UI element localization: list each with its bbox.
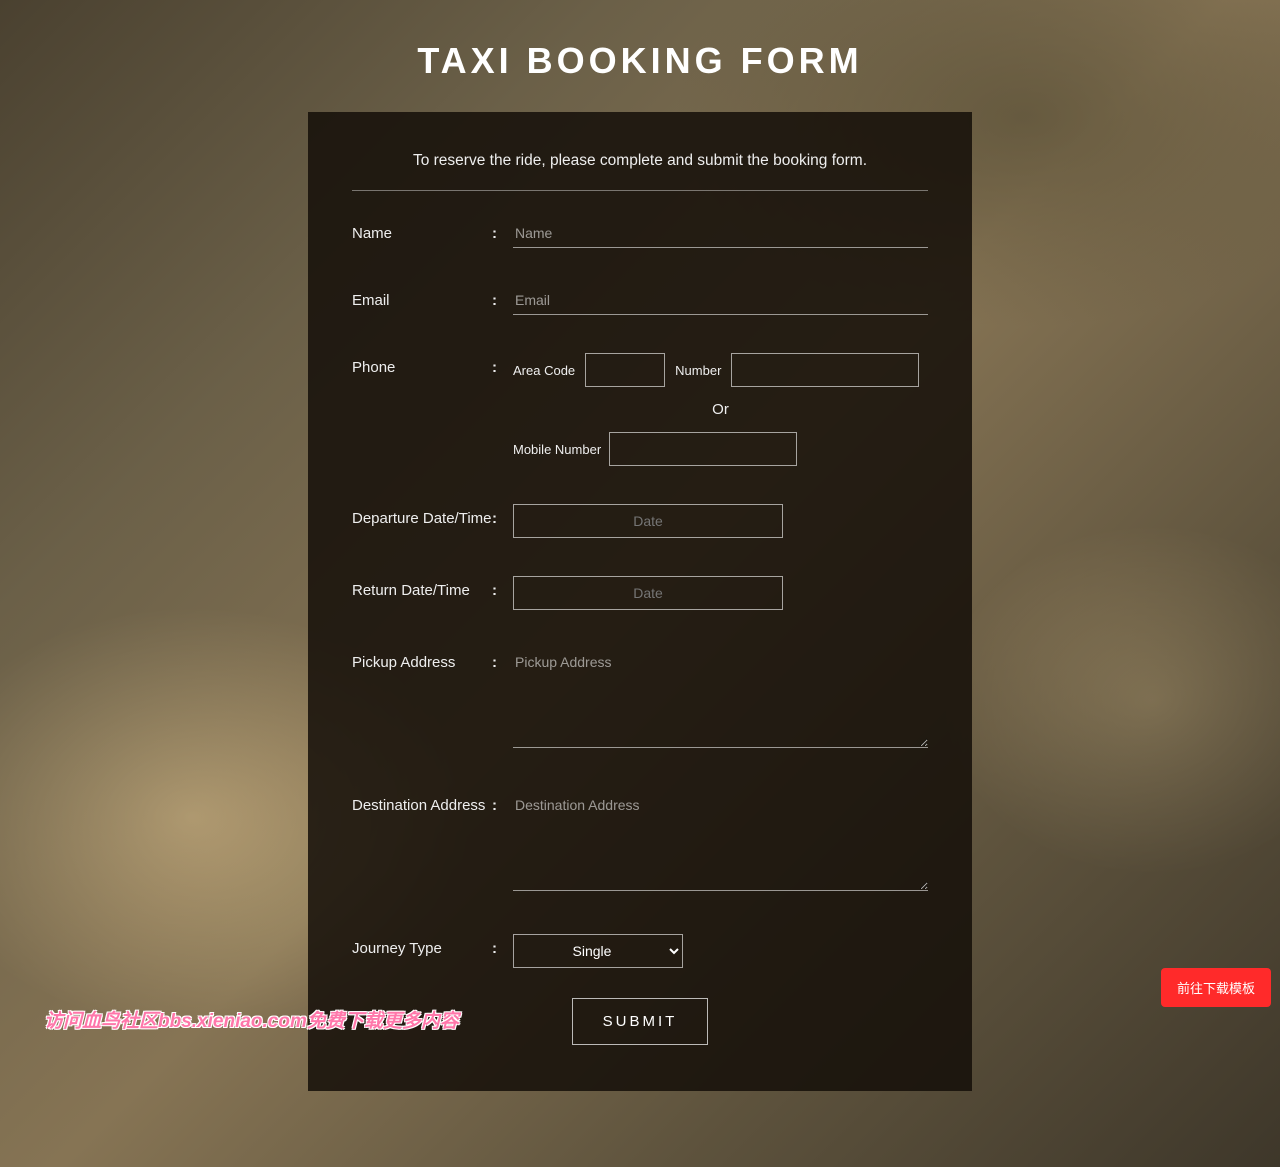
or-text: Or xyxy=(513,401,928,418)
destination-address-input[interactable] xyxy=(513,791,928,891)
departure-date-input[interactable] xyxy=(513,504,783,538)
row-journey: Journey Type : Single xyxy=(352,934,928,968)
label-return: Return Date/Time : xyxy=(352,576,507,599)
submit-wrap: SUBMIT xyxy=(352,998,928,1045)
form-intro: To reserve the ride, please complete and… xyxy=(352,152,928,191)
pickup-address-input[interactable] xyxy=(513,648,928,748)
download-template-button[interactable]: 前往下载模板 xyxy=(1161,968,1271,1007)
field-return xyxy=(507,576,928,610)
field-pickup xyxy=(507,648,928,753)
row-email: Email : xyxy=(352,286,928,315)
return-date-input[interactable] xyxy=(513,576,783,610)
submit-button[interactable]: SUBMIT xyxy=(572,998,709,1045)
field-destination xyxy=(507,791,928,896)
journey-type-select[interactable]: Single xyxy=(513,934,683,968)
page-title: TAXI BOOKING FORM xyxy=(417,40,862,82)
label-pickup-text: Pickup Address xyxy=(352,654,455,671)
row-destination: Destination Address : xyxy=(352,791,928,896)
field-phone: Area Code Number Or Mobile Number xyxy=(507,353,928,466)
colon: : xyxy=(492,654,507,671)
label-phone: Phone : xyxy=(352,353,507,376)
label-phone-text: Phone xyxy=(352,359,395,376)
colon: : xyxy=(492,225,507,242)
label-journey: Journey Type : xyxy=(352,934,507,957)
number-label: Number xyxy=(675,363,721,378)
label-departure-text: Departure Date/Time xyxy=(352,510,492,527)
row-phone: Phone : Area Code Number Or Mobile Numbe… xyxy=(352,353,928,466)
label-email-text: Email xyxy=(352,292,390,309)
booking-form-card: To reserve the ride, please complete and… xyxy=(308,112,972,1091)
label-destination: Destination Address : xyxy=(352,791,507,814)
colon: : xyxy=(492,797,507,814)
colon: : xyxy=(492,292,507,309)
area-code-label: Area Code xyxy=(513,363,575,378)
email-input[interactable] xyxy=(513,286,928,315)
label-return-text: Return Date/Time xyxy=(352,582,470,599)
area-code-input[interactable] xyxy=(585,353,665,387)
name-input[interactable] xyxy=(513,219,928,248)
label-name: Name : xyxy=(352,219,507,242)
phone-number-input[interactable] xyxy=(731,353,919,387)
row-pickup: Pickup Address : xyxy=(352,648,928,753)
field-journey: Single xyxy=(507,934,928,968)
colon: : xyxy=(492,510,507,527)
colon: : xyxy=(492,359,507,376)
field-email xyxy=(507,286,928,315)
field-name xyxy=(507,219,928,248)
label-destination-text: Destination Address xyxy=(352,797,485,814)
row-return: Return Date/Time : xyxy=(352,576,928,610)
mobile-number-input[interactable] xyxy=(609,432,797,466)
mobile-line: Mobile Number xyxy=(513,432,928,466)
label-pickup: Pickup Address : xyxy=(352,648,507,671)
colon: : xyxy=(492,940,507,957)
label-name-text: Name xyxy=(352,225,392,242)
row-departure: Departure Date/Time : xyxy=(352,504,928,538)
colon: : xyxy=(492,582,507,599)
label-email: Email : xyxy=(352,286,507,309)
page-wrapper: TAXI BOOKING FORM To reserve the ride, p… xyxy=(0,0,1280,1167)
label-departure: Departure Date/Time : xyxy=(352,504,507,527)
row-name: Name : xyxy=(352,219,928,248)
mobile-label: Mobile Number xyxy=(513,442,601,457)
phone-line-1: Area Code Number xyxy=(513,353,928,387)
label-journey-text: Journey Type xyxy=(352,940,442,957)
field-departure xyxy=(507,504,928,538)
